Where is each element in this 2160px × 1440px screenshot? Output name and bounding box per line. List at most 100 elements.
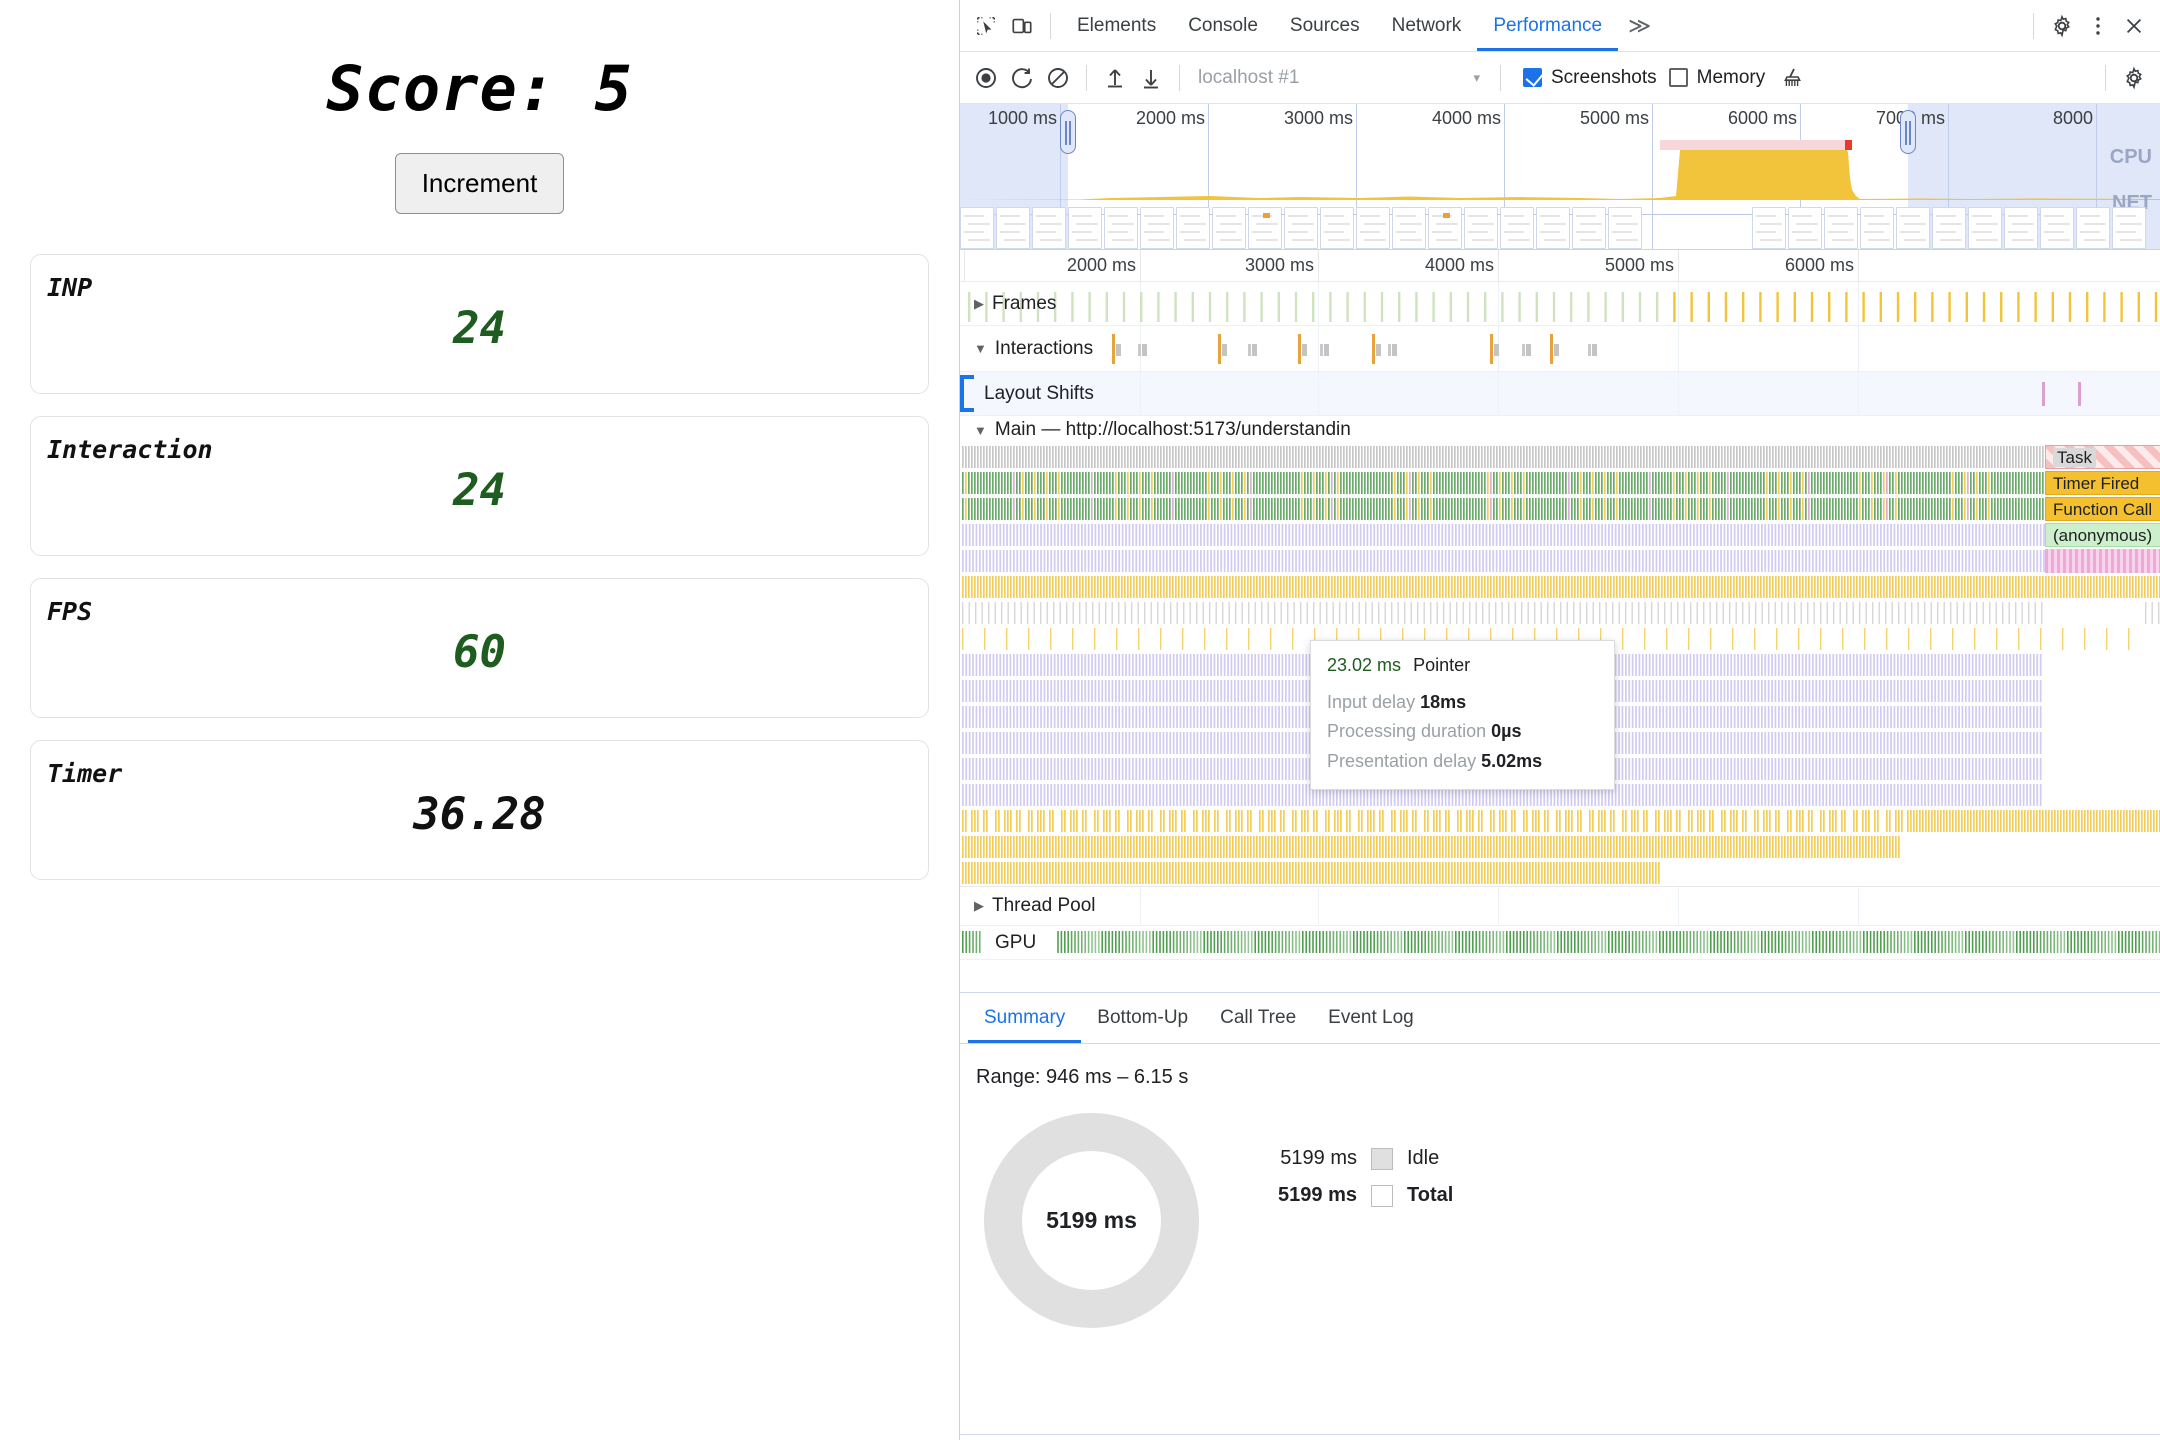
flamechart-row[interactable] — [960, 808, 2160, 834]
metric-label: INP — [47, 273, 93, 302]
flamechart-row[interactable] — [960, 574, 2160, 600]
overview-tick-label: 5000 ms — [1579, 108, 1649, 128]
flamechart-entry-dense[interactable] — [2045, 549, 2160, 573]
flamechart-row[interactable] — [960, 860, 2160, 886]
filmstrip-thumbnail[interactable] — [996, 207, 1030, 249]
filmstrip-thumbnail[interactable] — [1032, 207, 1066, 249]
track-thread-pool[interactable]: ▶ Thread Pool — [960, 886, 2160, 926]
gear-icon[interactable] — [2044, 8, 2080, 44]
details-tab-summary[interactable]: Summary — [968, 992, 1081, 1043]
panel-bottom-edge — [960, 1434, 2160, 1440]
filmstrip-thumbnail[interactable] — [1788, 207, 1822, 249]
legend-row: 5199 ms Total — [1245, 1184, 1453, 1207]
chevron-right-icon[interactable]: ▶ — [974, 898, 984, 914]
flamechart-row[interactable]: Function Call — [960, 496, 2160, 522]
filmstrip-thumbnail[interactable] — [1104, 207, 1138, 249]
flamechart-row[interactable] — [960, 548, 2160, 574]
track-main[interactable]: ▼ Main — http://localhost:5173/understan… — [960, 416, 2160, 444]
filmstrip-thumbnail[interactable] — [1428, 207, 1462, 249]
filmstrip-thumbnail[interactable] — [1752, 207, 1786, 249]
more-tabs-icon[interactable]: ≫ — [1618, 13, 1661, 39]
flamechart-row[interactable] — [960, 600, 2160, 626]
track-interactions[interactable]: ▼ Interactions — [960, 326, 2160, 372]
flamechart-row[interactable]: Task — [960, 444, 2160, 470]
details-tab-call-tree[interactable]: Call Tree — [1204, 992, 1312, 1043]
tab-elements[interactable]: Elements — [1061, 0, 1172, 51]
close-icon[interactable] — [2116, 8, 2152, 44]
flamechart-entry[interactable]: Function Call — [2045, 497, 2160, 521]
long-task-end-marker — [1845, 140, 1852, 150]
track-main-title[interactable]: ▼ Main — http://localhost:5173/understan… — [974, 416, 1351, 444]
flamechart-row[interactable] — [960, 834, 2160, 860]
filmstrip-thumbnail[interactable] — [2040, 207, 2074, 249]
reload-record-icon[interactable] — [1004, 60, 1040, 96]
screenshot-filmstrip[interactable] — [960, 205, 2160, 249]
track-thread-pool-title[interactable]: ▶ Thread Pool — [974, 887, 1096, 925]
track-frames[interactable]: ▶ Frames — [960, 282, 2160, 326]
filmstrip-thumbnail[interactable] — [1896, 207, 1930, 249]
filmstrip-thumbnail[interactable] — [1968, 207, 2002, 249]
filmstrip-thumbnail[interactable] — [960, 207, 994, 249]
flamechart-samples — [962, 602, 2160, 624]
track-layout-shifts-title[interactable]: Layout Shifts — [984, 372, 1094, 415]
broom-icon[interactable] — [1775, 60, 1811, 96]
filmstrip-thumbnail[interactable] — [1572, 207, 1606, 249]
details-tab-event-log[interactable]: Event Log — [1312, 992, 1430, 1043]
track-layout-shifts[interactable]: Layout Shifts — [960, 372, 2160, 416]
track-frames-title[interactable]: ▶ Frames — [974, 282, 1056, 325]
filmstrip-thumbnail[interactable] — [1356, 207, 1390, 249]
track-gpu-title[interactable]: GPU — [990, 926, 1042, 959]
inspect-cursor-icon[interactable] — [968, 8, 1004, 44]
filmstrip-thumbnail[interactable] — [1212, 207, 1246, 249]
flamechart-row[interactable]: (anonymous) — [960, 522, 2160, 548]
filmstrip-thumbnail[interactable] — [2004, 207, 2038, 249]
download-arrow-icon[interactable] — [1133, 60, 1169, 96]
screenshots-checkbox[interactable]: Screenshots — [1523, 67, 1657, 89]
flamechart-tracks[interactable]: ▶ Frames ▼ Interactions Layout Shifts ▼ … — [960, 282, 2160, 992]
flamechart-entry[interactable]: (anonymous) — [2045, 523, 2160, 547]
details-tab-bottom-up[interactable]: Bottom-Up — [1081, 992, 1204, 1043]
filmstrip-thumbnail[interactable] — [1500, 207, 1534, 249]
increment-button[interactable]: Increment — [394, 153, 565, 214]
device-toolbar-icon[interactable] — [1004, 8, 1040, 44]
chevron-down-icon[interactable]: ▼ — [974, 341, 987, 356]
overview-window-handle-left[interactable] — [1060, 110, 1076, 154]
track-interactions-title[interactable]: ▼ Interactions — [974, 326, 1093, 371]
filmstrip-thumbnail[interactable] — [1176, 207, 1210, 249]
memory-checkbox[interactable]: Memory — [1668, 67, 1765, 89]
filmstrip-thumbnail[interactable] — [2112, 207, 2146, 249]
timeline-overview[interactable]: 1000 ms 2000 ms 3000 ms 4000 ms 5000 ms 6000 … — [960, 104, 2160, 250]
target-dropdown[interactable]: localhost #1 ▾ — [1190, 67, 1490, 89]
upload-arrow-icon[interactable] — [1097, 60, 1133, 96]
filmstrip-thumbnail[interactable] — [1392, 207, 1426, 249]
filmstrip-thumbnail[interactable] — [1860, 207, 1894, 249]
filmstrip-thumbnail[interactable] — [1932, 207, 1966, 249]
filmstrip-thumbnail[interactable] — [1464, 207, 1498, 249]
capture-settings-gear-icon[interactable] — [2116, 60, 2152, 96]
flamechart-samples — [962, 524, 2045, 546]
flamechart-entry[interactable]: Timer Fired — [2045, 471, 2160, 495]
filmstrip-thumbnail[interactable] — [1284, 207, 1318, 249]
filmstrip-thumbnail[interactable] — [1248, 207, 1282, 249]
performance-controls-toolbar: localhost #1 ▾ Screenshots Memory — [960, 52, 2160, 104]
tab-network[interactable]: Network — [1376, 0, 1478, 51]
track-gpu[interactable]: GPU — [960, 926, 2160, 960]
filmstrip-thumbnail[interactable] — [1320, 207, 1354, 249]
tab-performance[interactable]: Performance — [1477, 0, 1618, 51]
tab-console[interactable]: Console — [1172, 0, 1274, 51]
kebab-menu-icon[interactable] — [2080, 8, 2116, 44]
clear-slash-icon[interactable] — [1040, 60, 1076, 96]
filmstrip-thumbnail[interactable] — [1140, 207, 1174, 249]
filmstrip-thumbnail[interactable] — [1608, 207, 1642, 249]
flamechart-row[interactable]: Timer Fired — [960, 470, 2160, 496]
filmstrip-thumbnail[interactable] — [1068, 207, 1102, 249]
chevron-right-icon[interactable]: ▶ — [974, 296, 984, 312]
filmstrip-thumbnail[interactable] — [1824, 207, 1858, 249]
overview-window-handle-right[interactable] — [1900, 110, 1916, 154]
flamechart-entry[interactable]: Task — [2045, 445, 2160, 469]
filmstrip-thumbnail[interactable] — [1536, 207, 1570, 249]
record-circle-icon[interactable] — [968, 60, 1004, 96]
filmstrip-thumbnail[interactable] — [2076, 207, 2110, 249]
chevron-down-icon[interactable]: ▼ — [974, 423, 987, 438]
tab-sources[interactable]: Sources — [1274, 0, 1376, 51]
